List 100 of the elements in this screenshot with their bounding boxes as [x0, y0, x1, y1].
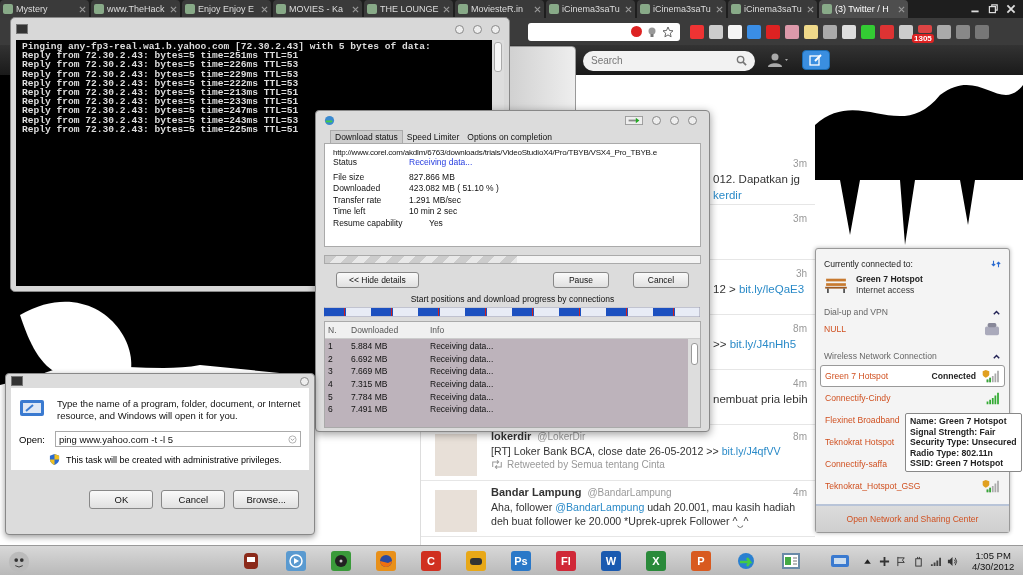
browser-tab[interactable]: iCinema3saTu [637, 0, 726, 18]
maximize-button[interactable] [670, 115, 679, 125]
tweet-time: 8m [793, 323, 807, 334]
notification-badge: 1305 [912, 33, 934, 43]
search-icon [736, 55, 747, 66]
wifi-network-item[interactable]: Green 7 Hotspot Connected [820, 365, 1005, 387]
browser-tab[interactable]: Enjoy Enjoy E [182, 0, 271, 18]
table-cell-text: Receiving data... [429, 379, 495, 390]
bench-icon [824, 276, 848, 294]
close-button[interactable] [491, 24, 500, 34]
download-url: http://www.corel.com/akdlm/6763/downloads/trials/VideoStudioX4/Pro/TBYB/VSX4_Pro_TBYB.e [333, 148, 658, 157]
minimize-button[interactable] [652, 115, 661, 125]
console-line: Reply from 72.30.2.43: bytes=5 time=225ms TTL=51 [22, 124, 299, 135]
tweet-link[interactable]: bit.ly/leQaE3 [738, 283, 805, 295]
tweet-link[interactable]: bit.ly/J4nHh5 [729, 338, 797, 350]
favicon-icon [3, 4, 13, 14]
column-header[interactable]: N. [325, 325, 347, 335]
browser-tab[interactable]: iCinema3saTu [546, 0, 635, 18]
extension-icon[interactable] [899, 24, 913, 39]
console-line: Reply from 72.30.2.43: bytes=5 time=229ms TTL=53 [22, 69, 299, 79]
search-field[interactable]: Search [583, 50, 755, 71]
tweet-link[interactable]: @BandarLampung [555, 501, 645, 513]
dialog-button[interactable]: Cancel [161, 490, 226, 509]
table-cell-text: 4 [327, 379, 334, 390]
column-header[interactable]: Info [426, 325, 700, 335]
browser-tab[interactable]: iCinema3saTu [728, 0, 817, 18]
admin-note: This task will be created with administrative privileges. [66, 454, 282, 465]
browser-tab[interactable]: (3) Twitter / H [819, 0, 908, 18]
wifi-network-item[interactable]: Connectify-Cindy [820, 387, 1005, 409]
field-label: Status [333, 157, 359, 169]
favicon-icon [185, 4, 195, 14]
browser-tab[interactable]: www.TheHack [91, 0, 180, 18]
close-button[interactable] [300, 376, 309, 386]
run-window-icon[interactable] [830, 553, 850, 569]
field-label: Resume capability [333, 217, 404, 229]
lightbulb-icon[interactable] [646, 25, 658, 38]
arrow-button[interactable] [625, 115, 643, 125]
tweet-link[interactable]: bit.ly/J4qfVV [721, 445, 781, 457]
pause-button[interactable]: Pause [553, 272, 609, 288]
cancel-button[interactable]: Cancel [633, 272, 689, 288]
favicon-icon [94, 4, 104, 14]
retweet-note: Retweeted by Semua tentang Cinta [507, 459, 665, 470]
dialog-tab[interactable]: Speed Limiter [402, 131, 464, 143]
signal-icon[interactable] [930, 555, 941, 567]
dropdown-icon[interactable] [288, 434, 297, 444]
extension-icon[interactable] [728, 24, 742, 39]
minimize-button[interactable] [455, 24, 464, 34]
star-icon[interactable] [662, 25, 674, 38]
column-header[interactable]: Downloaded [347, 325, 426, 335]
connection-item[interactable]: NULL [824, 324, 846, 334]
dialog-button[interactable]: Browse... [233, 490, 299, 509]
favicon-icon [458, 4, 468, 14]
table-cell-text: 5.884 MB [350, 341, 389, 352]
clock[interactable]: 1:05 PM 4/30/2012 [972, 550, 1015, 572]
flag-icon[interactable] [896, 555, 907, 567]
tweet-link[interactable]: kerdir [713, 189, 742, 201]
restore-icon[interactable] [987, 3, 999, 15]
compose-button[interactable] [802, 50, 830, 70]
wifi-network-item[interactable]: Teknokrat_Hotspot_GSG [820, 475, 1005, 497]
tooltip-line: Signal Strength: Fair [910, 426, 997, 437]
extension-icon[interactable] [804, 24, 818, 39]
refresh-icon[interactable] [991, 259, 1001, 269]
dialog-button[interactable]: OK [89, 490, 154, 509]
extension-icon[interactable] [937, 24, 951, 39]
speaker-icon[interactable] [947, 555, 958, 567]
table-cell-text: 7.784 MB [350, 391, 389, 402]
user-icon[interactable] [767, 52, 791, 68]
power-icon[interactable] [913, 555, 924, 567]
extension-icon[interactable] [842, 24, 856, 39]
extension-icon[interactable] [823, 24, 837, 39]
adblock-icon[interactable] [631, 26, 642, 37]
extension-icon[interactable] [709, 24, 723, 39]
pencil-icon [809, 53, 823, 67]
dialog-tab[interactable]: Download status [330, 130, 403, 143]
scrollbar[interactable] [688, 339, 700, 427]
browser-tab[interactable]: THE LOUNGE [364, 0, 453, 18]
dialog-tab[interactable]: Options on completion [463, 131, 556, 143]
browser-tab[interactable]: MoviesteR.in [455, 0, 544, 18]
close-button[interactable] [688, 115, 697, 125]
field-label: Downloaded [333, 183, 382, 195]
tweet-author[interactable]: lokerdir [491, 430, 532, 442]
extension-icon[interactable] [861, 24, 875, 39]
tweet-author[interactable]: Bandar Lampung [491, 486, 582, 498]
flyout-header: Currently connected to: [824, 259, 913, 269]
maximize-button[interactable] [473, 24, 482, 34]
browser-tab[interactable]: MOVIES - Ka [273, 0, 362, 18]
address-bar[interactable] [528, 22, 680, 41]
connections-caption: Start positions and download progress by connections [409, 294, 616, 304]
console-line: Reply from 72.30.2.43: bytes=5 time=213ms TTL=51 [22, 88, 299, 98]
extension-icon[interactable] [785, 24, 799, 39]
table-cell-text: Receiving data... [429, 391, 495, 402]
console-line: Pinging any-fp3-real.wa1.b.yahoo.com [72.30.2.43] with 5 bytes of data: [22, 42, 431, 52]
open-combobox[interactable]: ping www.yahoo.com -t -l 5 [54, 431, 301, 447]
field-value: Yes [428, 217, 443, 229]
field-value: 423.082 MB ( 51.10 % ) [409, 183, 499, 195]
tooltip-line: SSID: Green 7 Hotspot [910, 458, 1005, 469]
tweet-time: 4m [793, 378, 807, 389]
hide-details-button[interactable]: << Hide details [336, 272, 419, 288]
network-tray-icon[interactable] [879, 555, 890, 567]
browser-tab[interactable]: Mystery [0, 0, 89, 18]
